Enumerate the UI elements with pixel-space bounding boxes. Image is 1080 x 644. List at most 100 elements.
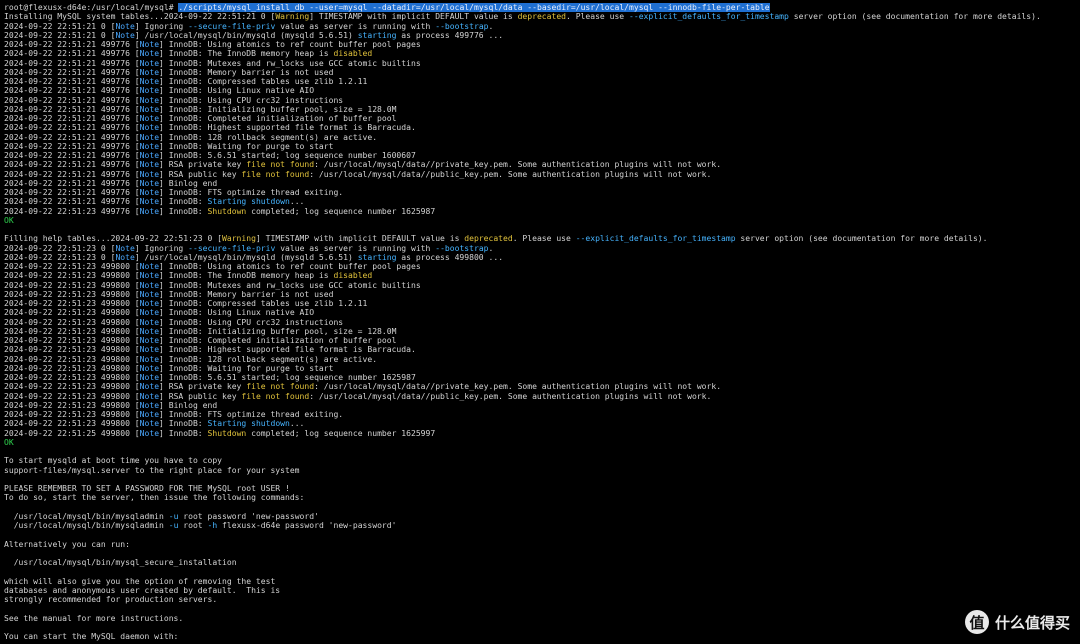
- log-token-cyan: Starting shutdown: [207, 197, 290, 207]
- output-line: 2024-09-22 22:51:21 499776 [Note] Binlog…: [4, 179, 1080, 188]
- log-text: server option (see documentation for mor…: [788, 12, 1041, 22]
- log-text: 2024-09-22 22:51:21 499776 [: [4, 169, 140, 179]
- log-token-note: Note: [139, 428, 160, 438]
- log-token-ok: OK: [4, 437, 14, 447]
- log-text: ] InnoDB: Using atomics to ref count buf…: [159, 40, 421, 49]
- watermark: 值 什么值得买: [964, 610, 1070, 634]
- output-line: which will also give you the option of r…: [4, 577, 1080, 586]
- log-text: 2024-09-22 22:51:21 499776 [: [4, 114, 140, 123]
- output-line: 2024-09-22 22:51:23 0 [Note] Ignoring --…: [4, 244, 1080, 253]
- log-token-note: Note: [115, 243, 135, 253]
- output-line: See the manual for more instructions.: [4, 614, 1080, 623]
- log-text: as process 499800 ...: [396, 252, 504, 262]
- log-token-yel: file not found: [246, 160, 315, 170]
- log-token-note: Note: [115, 30, 135, 40]
- log-token-sel: =mysql: [338, 3, 373, 12]
- output-line: 2024-09-22 22:51:21 499776 [Note] RSA pu…: [4, 170, 1080, 179]
- log-token-cyan: --secure-file-priv: [188, 243, 276, 253]
- log-token-note: Note: [139, 382, 160, 392]
- output-line: Filling help tables...2024-09-22 22:51:2…: [4, 234, 1080, 243]
- log-text: .: [488, 243, 494, 253]
- output-line: /usr/local/mysql/bin/mysqladmin -u root …: [4, 512, 1080, 521]
- log-token-note: Note: [139, 40, 160, 49]
- terminal-output: root@flexusx-d64e:/usr/local/mysql# ./sc…: [0, 0, 1080, 641]
- log-text: Installing MySQL system tables...2024-09…: [4, 12, 276, 22]
- log-token-yel: Shutdown: [207, 206, 247, 216]
- log-text: 2024-09-22 22:51:23 499800 [: [4, 262, 140, 271]
- output-line: 2024-09-22 22:51:21 499776 [Note] InnoDB…: [4, 133, 1080, 142]
- log-token-yel: file not found: [241, 169, 310, 179]
- log-text: : /usr/local/mysql/data//private_key.pem…: [314, 382, 722, 392]
- log-token-cyan: starting: [357, 30, 397, 40]
- log-text: 2024-09-22 22:51:23 499800 [: [4, 345, 140, 355]
- log-token-note: Note: [139, 354, 160, 364]
- output-line: 2024-09-22 22:51:23 499800 [Note] InnoDB…: [4, 355, 1080, 364]
- output-line: 2024-09-22 22:51:21 499776 [Note] InnoDB…: [4, 40, 1080, 49]
- log-token-note: Note: [139, 197, 160, 207]
- log-text: ] InnoDB: The InnoDB memory heap is: [159, 271, 334, 281]
- log-text: /usr/local/mysql/bin/mysqladmin: [4, 521, 169, 530]
- log-text: 2024-09-22 22:51:21 499776 [: [4, 86, 140, 96]
- log-text: You can start the MySQL daemon with:: [4, 632, 179, 641]
- log-text: ] Ignoring: [134, 243, 189, 253]
- log-text: 2024-09-22 22:51:21 499776 [: [4, 123, 140, 133]
- log-token-note: Note: [139, 67, 160, 77]
- log-text: 2024-09-22 22:51:23 499800 [: [4, 382, 140, 392]
- log-token-yel: Shutdown: [207, 428, 247, 438]
- output-line: 2024-09-22 22:51:23 499800 [Note] InnoDB…: [4, 327, 1080, 336]
- log-text: ] InnoDB: 128 rollback segment(s) are ac…: [159, 354, 378, 364]
- output-line: 2024-09-22 22:51:23 499800 [Note] InnoDB…: [4, 364, 1080, 373]
- log-text: 2024-09-22 22:51:23 499800 [: [4, 400, 140, 410]
- log-text: ] InnoDB: Memory barrier is not used: [159, 67, 334, 77]
- log-token-sel: --innodb-file-per-table: [658, 3, 770, 12]
- log-token-note: Note: [139, 77, 160, 86]
- output-line: 2024-09-22 22:51:23 499800 [Note] InnoDB…: [4, 373, 1080, 382]
- output-line: 2024-09-22 22:51:21 0 [Note] /usr/local/…: [4, 31, 1080, 40]
- log-text: ] InnoDB: Memory barrier is not used: [159, 289, 334, 299]
- log-token-note: Note: [139, 299, 160, 308]
- log-token-note: Note: [139, 104, 160, 114]
- log-text: ] /usr/local/mysql/bin/mysqld (mysqld 5.…: [134, 252, 358, 262]
- log-text: ] InnoDB:: [159, 428, 208, 438]
- log-text: 2024-09-22 22:51:23 499800 [: [4, 419, 140, 429]
- log-text: strongly recommended for production serv…: [4, 595, 218, 604]
- log-token-yel: disabled: [333, 49, 373, 59]
- log-text: ] InnoDB: Waiting for purge to start: [159, 363, 334, 373]
- log-text: ] Binlog end: [159, 178, 218, 188]
- log-text: value as server is running with: [275, 243, 436, 253]
- log-text: ] InnoDB:: [159, 197, 208, 207]
- log-token-note: Note: [139, 132, 160, 142]
- log-text: 2024-09-22 22:51:21 499776 [: [4, 151, 140, 160]
- log-text: 2024-09-22 22:51:23 499800 [: [4, 354, 140, 364]
- log-text: 2024-09-22 22:51:21 499776 [: [4, 188, 140, 197]
- log-text: 2024-09-22 22:51:23 0 [: [4, 252, 116, 262]
- log-token-note: Note: [139, 206, 160, 216]
- log-text: server option (see documentation for mor…: [735, 234, 988, 244]
- output-line: Installing MySQL system tables...2024-09…: [4, 12, 1080, 21]
- log-text: ] InnoDB: Using Linux native AIO: [159, 86, 315, 96]
- log-text: root: [178, 521, 208, 530]
- terminal-window[interactable]: root@flexusx-d64e:/usr/local/mysql# ./sc…: [0, 0, 1080, 644]
- log-token-yel: file not found: [241, 391, 310, 401]
- log-text: /usr/local/mysql/bin/mysql_secure_instal…: [4, 558, 237, 567]
- log-token-warn: Warning: [275, 12, 310, 22]
- log-text: See the manual for more instructions.: [4, 613, 184, 623]
- log-text: 2024-09-22 22:51:23 499800 [: [4, 391, 140, 401]
- log-token-note: Note: [139, 271, 160, 281]
- log-token-note: Note: [139, 49, 160, 59]
- output-line: 2024-09-22 22:51:23 499800 [Note] RSA pu…: [4, 392, 1080, 401]
- log-token-cyan: starting: [357, 252, 397, 262]
- log-text: ] InnoDB: 5.6.51 started; log sequence n…: [159, 373, 416, 382]
- log-text: flexusx-d64e password 'new-password': [217, 521, 397, 530]
- log-token-note: Note: [139, 188, 160, 197]
- log-token-cyan: --explicit_defaults_for_timestamp: [629, 12, 789, 22]
- log-text: ] InnoDB: Waiting for purge to start: [159, 141, 334, 151]
- log-text: . Please use: [512, 234, 576, 244]
- log-text: 2024-09-22 22:51:23 499800 [: [4, 326, 140, 336]
